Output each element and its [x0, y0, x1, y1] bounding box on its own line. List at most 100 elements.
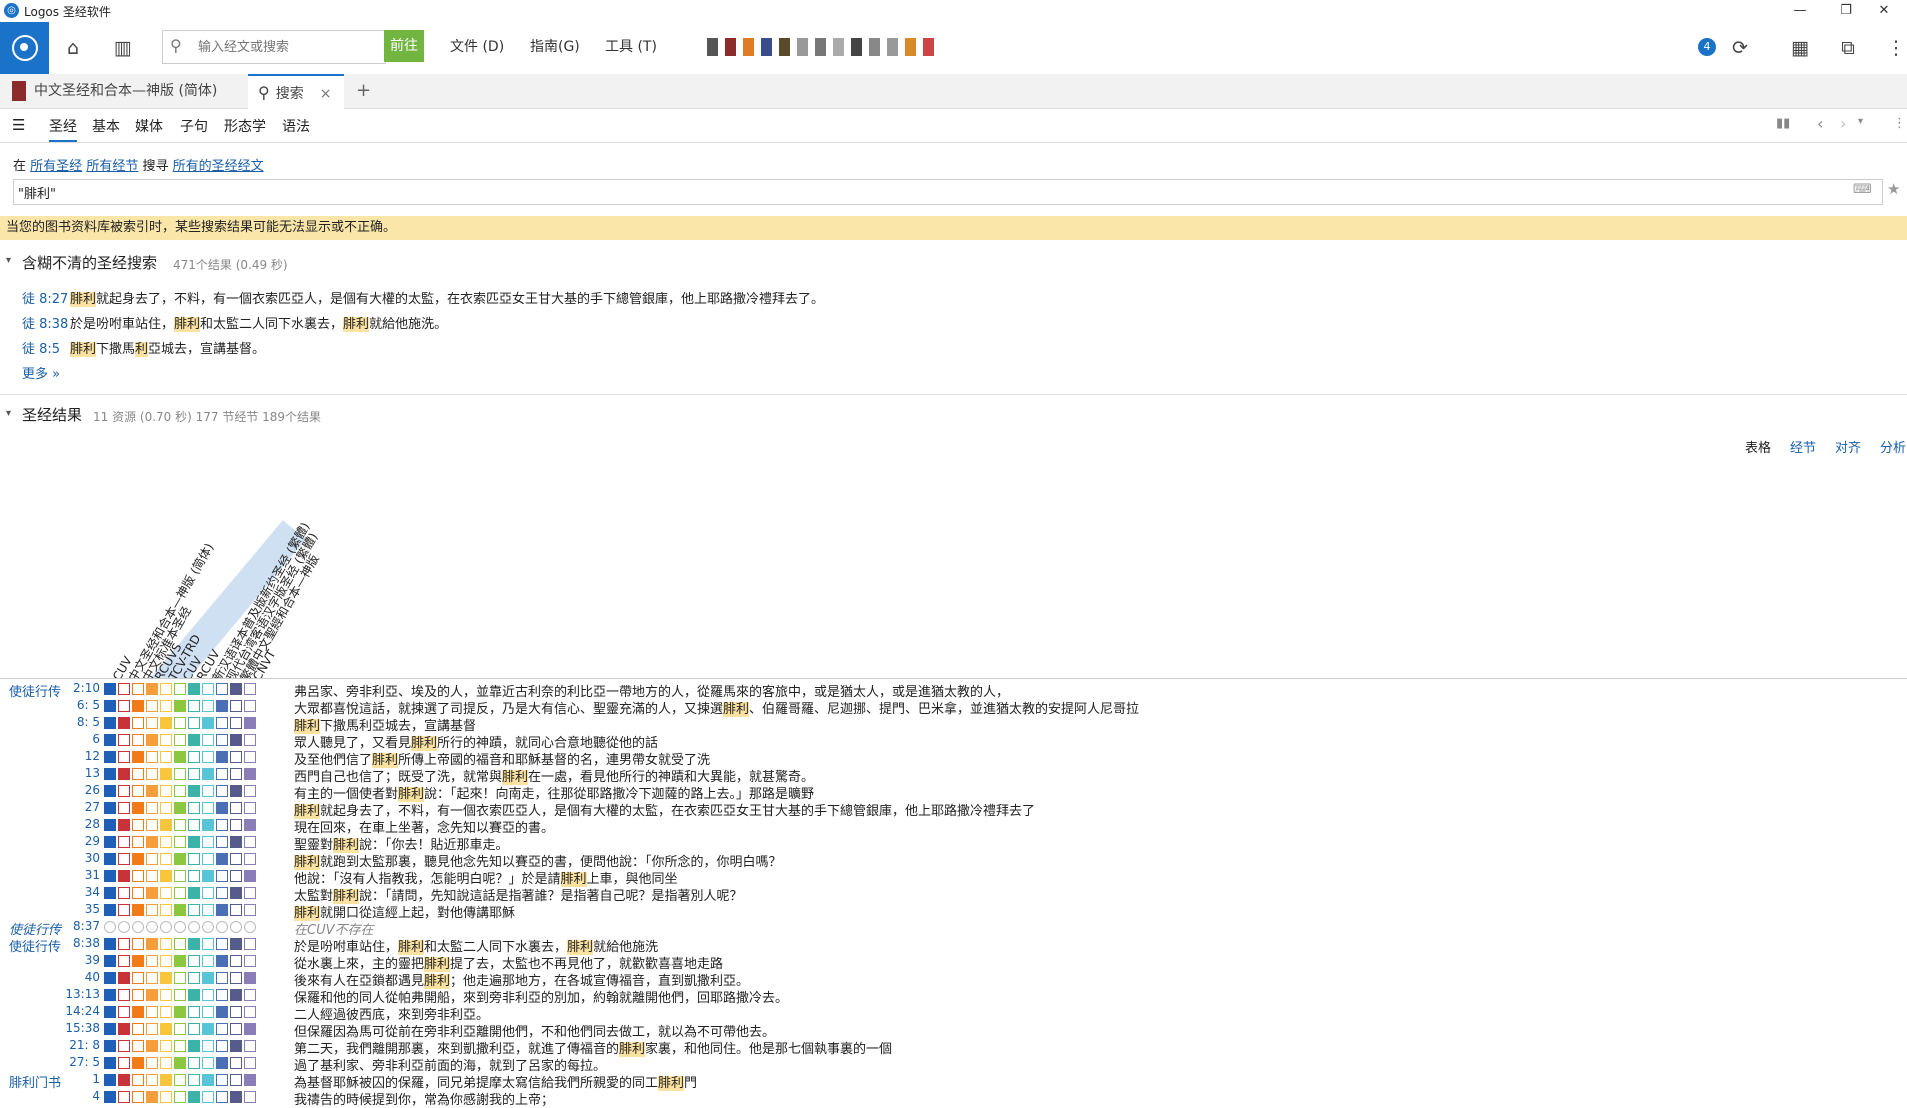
table-row[interactable]: 26 有主的一個使者對腓利說：「起來！向南走，往那從耶路撒冷下迦薩的路上去。」那路… — [0, 783, 1907, 802]
result-cell[interactable] — [244, 955, 256, 967]
collapse-fuzzy-icon[interactable]: ▾ — [6, 255, 11, 266]
result-cell[interactable] — [160, 768, 172, 780]
recent-book-icon[interactable] — [707, 38, 718, 56]
result-cell[interactable] — [160, 717, 172, 729]
result-cell[interactable] — [146, 768, 158, 780]
result-cell[interactable] — [104, 921, 116, 933]
view-align[interactable]: 对齐 — [1835, 437, 1861, 456]
result-cell[interactable] — [160, 870, 172, 882]
result-cell[interactable] — [188, 768, 200, 780]
recent-book-icon[interactable] — [725, 38, 736, 56]
table-row[interactable]: 13:13 保羅和他的同人從帕弗開船，來到旁非利亞的別加，約翰就離開他們，回耶路撒… — [0, 987, 1907, 1006]
result-cell[interactable] — [104, 853, 116, 865]
recent-book-icon[interactable] — [923, 38, 934, 56]
table-row[interactable]: 27: 5 過了基利家、旁非利亞前面的海，就到了呂家的每拉。 — [0, 1055, 1907, 1074]
result-cell[interactable] — [104, 1074, 116, 1086]
result-cell[interactable] — [132, 870, 144, 882]
result-cell[interactable] — [118, 802, 130, 814]
result-cell[interactable] — [118, 734, 130, 746]
verse-ref[interactable]: 35 — [64, 902, 100, 916]
result-cell[interactable] — [202, 1040, 214, 1052]
result-cell[interactable] — [132, 1040, 144, 1052]
result-cell[interactable] — [174, 870, 186, 882]
more-menu-icon[interactable]: ⋮ — [1883, 35, 1907, 61]
result-cell[interactable] — [146, 955, 158, 967]
result-cell[interactable] — [202, 836, 214, 848]
result-cell[interactable] — [202, 921, 214, 933]
result-cell[interactable] — [146, 700, 158, 712]
result-cell[interactable] — [118, 700, 130, 712]
result-cell[interactable] — [146, 904, 158, 916]
table-row[interactable]: 腓利门书 1 為基督耶穌被囚的保羅，同兄弟提摩太寫信給我們所親愛的同工腓利門 — [0, 1072, 1907, 1091]
verse-ref[interactable]: 26 — [64, 783, 100, 797]
result-cell[interactable] — [160, 751, 172, 763]
logos-home-button[interactable] — [0, 22, 49, 74]
result-cell[interactable] — [188, 955, 200, 967]
result-cell[interactable] — [188, 819, 200, 831]
result-cell[interactable] — [188, 853, 200, 865]
result-cell[interactable] — [160, 972, 172, 984]
recent-book-icon[interactable] — [743, 38, 754, 56]
result-cell[interactable] — [174, 751, 186, 763]
result-cell[interactable] — [216, 819, 228, 831]
result-cell[interactable] — [118, 836, 130, 848]
result-cell[interactable] — [146, 870, 158, 882]
result-cell[interactable] — [146, 819, 158, 831]
result-cell[interactable] — [118, 1057, 130, 1069]
result-cell[interactable] — [132, 751, 144, 763]
result-cell[interactable] — [244, 887, 256, 899]
result-cell[interactable] — [104, 955, 116, 967]
verse-ref[interactable]: 27 — [64, 800, 100, 814]
menu-tools[interactable]: 工具 (T) — [605, 36, 657, 56]
result-cell[interactable] — [118, 938, 130, 950]
result-cell[interactable] — [132, 1023, 144, 1035]
table-row[interactable]: 30 腓利就跑到太監那裏，聽見他念先知以賽亞的書，便問他說：「你所念的，你明白嗎？ — [0, 851, 1907, 870]
recent-book-icon[interactable] — [761, 38, 772, 56]
verse-ref[interactable]: 13:13 — [64, 987, 100, 1001]
result-cell[interactable] — [160, 938, 172, 950]
result-cell[interactable] — [244, 683, 256, 695]
result-cell[interactable] — [132, 734, 144, 746]
table-row[interactable]: 27 腓利就起身去了，不料，有一個衣索匹亞人，是個有大權的太監，在衣索匹亞女王甘大… — [0, 800, 1907, 819]
result-cell[interactable] — [132, 972, 144, 984]
result-cell[interactable] — [174, 1006, 186, 1018]
result-cell[interactable] — [202, 904, 214, 916]
table-row[interactable]: 21: 8 第二天，我們離開那裏，來到凱撒利亞，就進了傳福音的腓利家裏，和他同住。… — [0, 1038, 1907, 1057]
result-cell[interactable] — [202, 819, 214, 831]
result-cell[interactable] — [174, 955, 186, 967]
result-cell[interactable] — [216, 683, 228, 695]
result-cell[interactable] — [118, 785, 130, 797]
result-cell[interactable] — [230, 700, 242, 712]
result-cell[interactable] — [118, 870, 130, 882]
verse-ref[interactable]: 8: 5 — [64, 715, 100, 729]
recent-book-icon[interactable] — [815, 38, 826, 56]
result-cell[interactable] — [118, 1023, 130, 1035]
result-cell[interactable] — [216, 836, 228, 848]
recent-book-icon[interactable] — [779, 38, 790, 56]
result-cell[interactable] — [202, 734, 214, 746]
result-cell[interactable] — [174, 887, 186, 899]
verse-ref[interactable]: 13 — [64, 766, 100, 780]
result-cell[interactable] — [104, 768, 116, 780]
result-cell[interactable] — [174, 972, 186, 984]
view-verses[interactable]: 经节 — [1790, 437, 1816, 456]
result-cell[interactable] — [146, 683, 158, 695]
result-cell[interactable] — [174, 819, 186, 831]
result-cell[interactable] — [132, 904, 144, 916]
verse-ref[interactable]: 27: 5 — [64, 1055, 100, 1069]
result-cell[interactable] — [244, 802, 256, 814]
table-row[interactable]: 35 腓利就開口從這經上起，對他傳講耶穌 — [0, 902, 1907, 921]
result-cell[interactable] — [216, 785, 228, 797]
result-cell[interactable] — [146, 836, 158, 848]
result-cell[interactable] — [174, 989, 186, 1001]
minimize-icon[interactable]: — — [1777, 0, 1823, 22]
verse-ref[interactable]: 6: 5 — [64, 698, 100, 712]
result-cell[interactable] — [104, 1091, 116, 1103]
verse-ref[interactable]: 2:10 — [64, 681, 100, 695]
result-cell[interactable] — [146, 1023, 158, 1035]
result-cell[interactable] — [174, 1074, 186, 1086]
result-cell[interactable] — [216, 717, 228, 729]
result-cell[interactable] — [146, 887, 158, 899]
result-cell[interactable] — [244, 1040, 256, 1052]
result-cell[interactable] — [202, 717, 214, 729]
